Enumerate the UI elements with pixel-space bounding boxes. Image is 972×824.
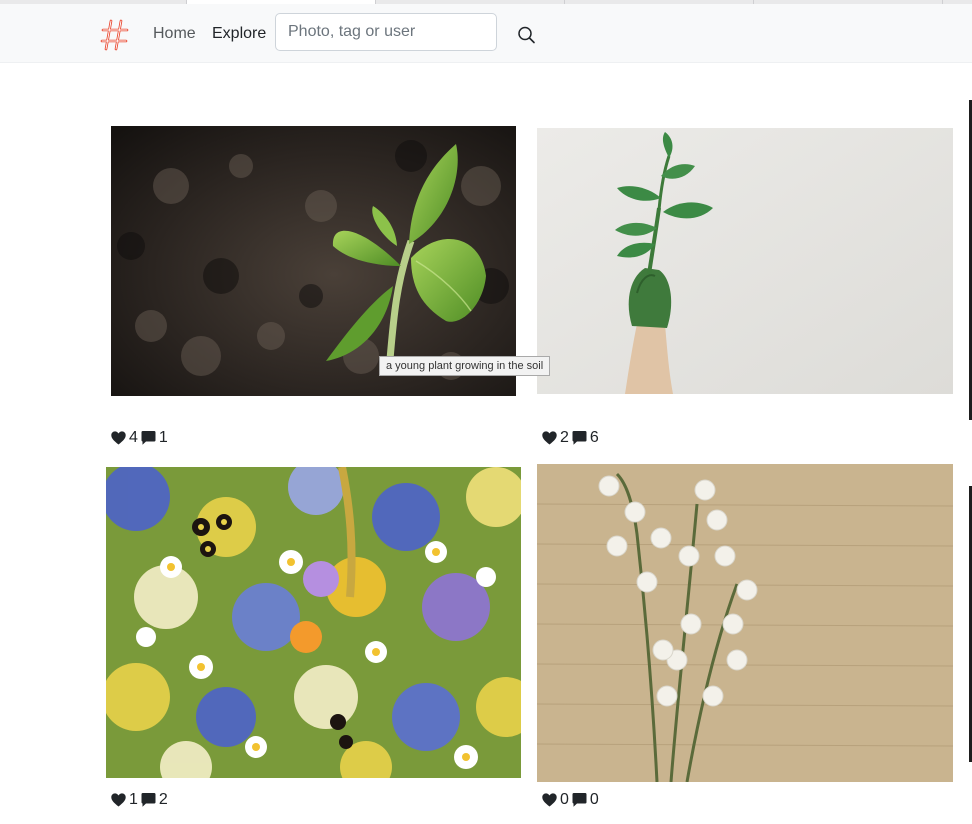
- comment-count: 1: [158, 429, 168, 446]
- search-input[interactable]: [275, 13, 497, 51]
- heart-icon[interactable]: [110, 792, 127, 808]
- hashtag-logo-icon[interactable]: [100, 18, 130, 52]
- like-count: 4: [129, 429, 138, 446]
- like-count: 2: [560, 429, 569, 446]
- comment-count: 0: [589, 791, 599, 808]
- photo-stats: 0 0: [541, 790, 601, 810]
- top-navbar: Home Explore: [0, 4, 972, 63]
- photo-green-hand-plant[interactable]: [537, 128, 953, 394]
- photo-stats: 2 6: [541, 428, 601, 448]
- comment-count: 2: [158, 791, 168, 808]
- photo-spring-flowers[interactable]: [106, 467, 521, 778]
- comment-icon[interactable]: [140, 792, 157, 808]
- comment-icon[interactable]: [571, 430, 588, 446]
- heart-icon[interactable]: [541, 792, 558, 808]
- image-alt-tooltip: a young plant growing in the soil: [379, 356, 551, 376]
- comment-count: 6: [589, 429, 599, 446]
- like-count: 0: [560, 791, 569, 808]
- comment-icon[interactable]: [140, 430, 157, 446]
- photo-stats: 4 1: [110, 428, 170, 448]
- like-count: 1: [129, 791, 138, 808]
- nav-explore-link[interactable]: Explore: [212, 24, 266, 44]
- photo-stats: 1 2: [110, 790, 170, 810]
- photo-lily-of-the-valley[interactable]: [537, 464, 953, 782]
- comment-icon[interactable]: [571, 792, 588, 808]
- heart-icon[interactable]: [541, 430, 558, 446]
- heart-icon[interactable]: [110, 430, 127, 446]
- search-icon[interactable]: [514, 23, 538, 47]
- nav-home-link[interactable]: Home: [153, 24, 196, 44]
